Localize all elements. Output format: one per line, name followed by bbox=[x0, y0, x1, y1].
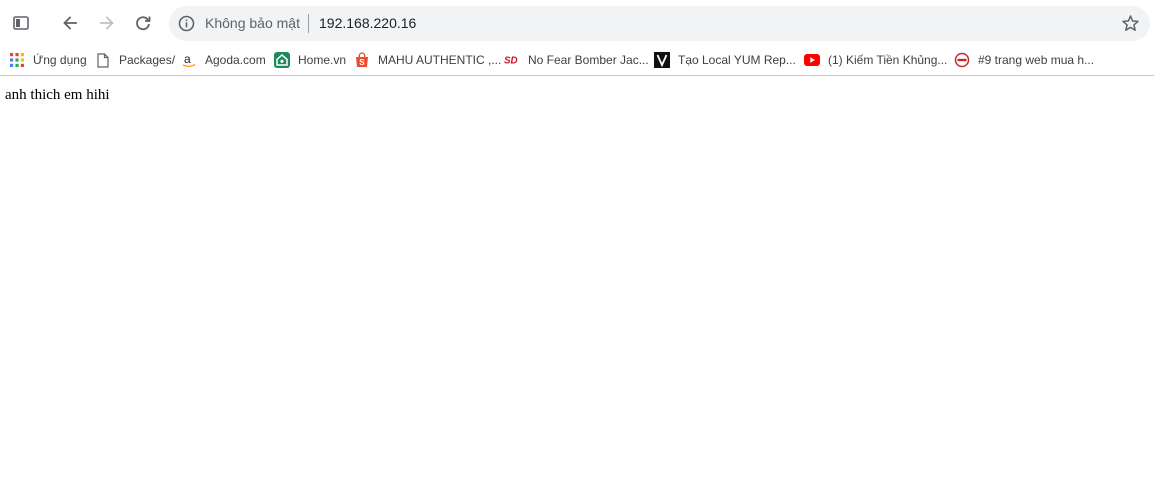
back-button[interactable] bbox=[56, 9, 84, 37]
side-panel-icon bbox=[12, 14, 30, 32]
bookmark-label: MAHU AUTHENTIC ,... bbox=[378, 53, 502, 67]
browser-toolbar: Không bảo mật 192.168.220.16 bbox=[0, 0, 1154, 46]
page-icon bbox=[95, 52, 111, 68]
bookmark-yum[interactable]: Tạo Local YUM Rep... bbox=[654, 51, 796, 69]
homevn-icon bbox=[274, 52, 290, 68]
site-logo-icon bbox=[954, 52, 970, 68]
page-body-text: anh thich em hihi bbox=[5, 87, 110, 103]
forward-arrow-icon bbox=[98, 14, 116, 32]
address-bar[interactable]: Không bảo mật 192.168.220.16 bbox=[169, 6, 1150, 41]
shopee-icon: S bbox=[354, 52, 370, 68]
bookmark-label: Packages/ bbox=[119, 53, 176, 67]
bookmark-apps[interactable]: Ứng dụng bbox=[9, 51, 87, 69]
forward-button[interactable] bbox=[93, 9, 121, 37]
bookmark-label: Agoda.com bbox=[205, 53, 266, 67]
bookmark-label: No Fear Bomber Jac... bbox=[528, 53, 649, 67]
svg-text:S: S bbox=[359, 58, 365, 67]
site-info-icon[interactable] bbox=[178, 15, 195, 32]
security-status-label[interactable]: Không bảo mật bbox=[205, 15, 300, 32]
back-arrow-icon bbox=[61, 14, 79, 32]
reload-button[interactable] bbox=[129, 9, 157, 37]
bookmark-homevn[interactable]: Home.vn bbox=[274, 51, 346, 69]
svg-text:SD: SD bbox=[504, 56, 518, 67]
bookmark-label: Home.vn bbox=[298, 53, 347, 67]
side-panel-button[interactable] bbox=[7, 9, 35, 37]
bookmark-label: Ứng dụng bbox=[33, 53, 87, 67]
bookmarks-bar: Ứng dụng Packages/ a Agoda.com Home.vn S… bbox=[0, 46, 1154, 76]
url-text[interactable]: 192.168.220.16 bbox=[319, 15, 416, 32]
v-icon bbox=[654, 52, 670, 68]
bookmark-star-icon[interactable] bbox=[1121, 14, 1140, 33]
svg-text:a: a bbox=[184, 52, 191, 66]
bookmark-label: Tạo Local YUM Rep... bbox=[678, 53, 796, 67]
apps-grid-icon bbox=[9, 52, 25, 68]
bookmark-agoda[interactable]: a Agoda.com bbox=[181, 51, 266, 69]
bookmark-trang-web[interactable]: #9 trang web mua h... bbox=[954, 51, 1094, 69]
amazon-icon: a bbox=[181, 52, 197, 68]
youtube-icon bbox=[804, 52, 820, 68]
bookmark-sd[interactable]: SD No Fear Bomber Jac... bbox=[504, 51, 649, 69]
bookmark-mahu[interactable]: S MAHU AUTHENTIC ,... bbox=[354, 51, 501, 69]
bookmark-packages[interactable]: Packages/ bbox=[95, 51, 175, 69]
bookmark-label: (1) Kiếm Tiền Khủng... bbox=[828, 53, 948, 67]
bookmark-label: #9 trang web mua h... bbox=[978, 53, 1095, 67]
bookmark-youtube[interactable]: (1) Kiếm Tiền Khủng... bbox=[804, 51, 947, 69]
omnibox-divider bbox=[308, 14, 309, 33]
sd-icon: SD bbox=[504, 52, 520, 68]
reload-icon bbox=[134, 14, 152, 32]
